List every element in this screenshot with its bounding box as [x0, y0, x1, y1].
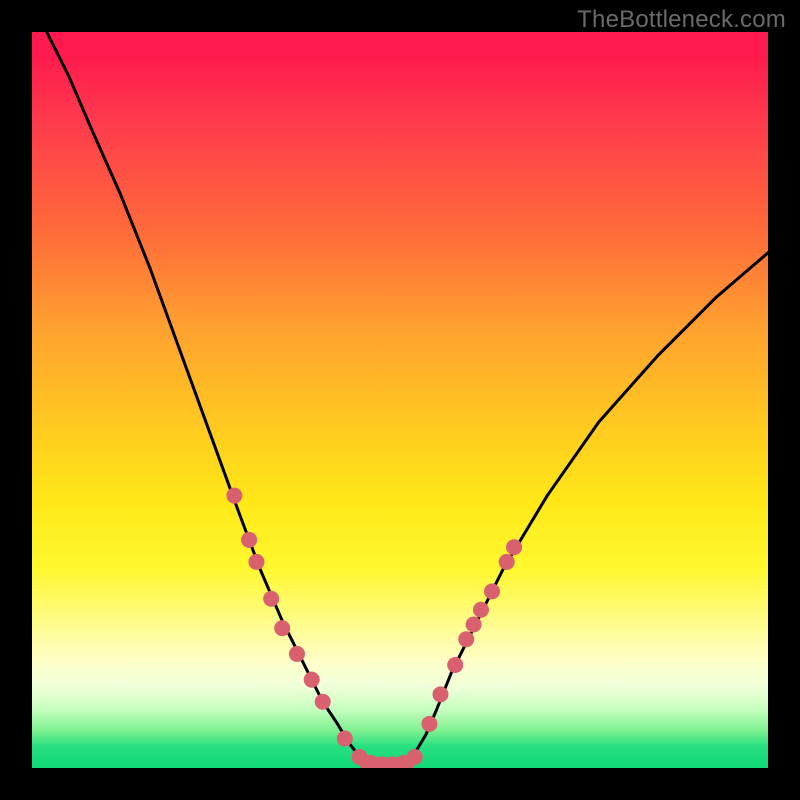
plot-area [32, 32, 768, 768]
marker-dot [421, 716, 437, 732]
lines-layer [47, 32, 768, 764]
marker-dot [466, 616, 482, 632]
marker-dot [432, 686, 448, 702]
marker-dot [289, 646, 305, 662]
marker-dot [407, 749, 423, 765]
marker-dot [458, 631, 474, 647]
marker-dot [473, 602, 489, 618]
curve-left-curve [47, 32, 367, 764]
markers-layer [226, 488, 522, 768]
marker-dot [484, 583, 500, 599]
marker-dot [499, 554, 515, 570]
chart-svg [32, 32, 768, 768]
marker-dot [226, 488, 242, 504]
marker-dot [337, 731, 353, 747]
marker-dot [263, 591, 279, 607]
marker-dot [506, 539, 522, 555]
watermark-text: TheBottleneck.com [577, 6, 786, 34]
marker-dot [248, 554, 264, 570]
marker-dot [274, 620, 290, 636]
marker-dot [315, 694, 331, 710]
marker-dot [304, 672, 320, 688]
marker-dot [241, 532, 257, 548]
curve-right-curve [407, 253, 768, 765]
marker-dot [447, 657, 463, 673]
